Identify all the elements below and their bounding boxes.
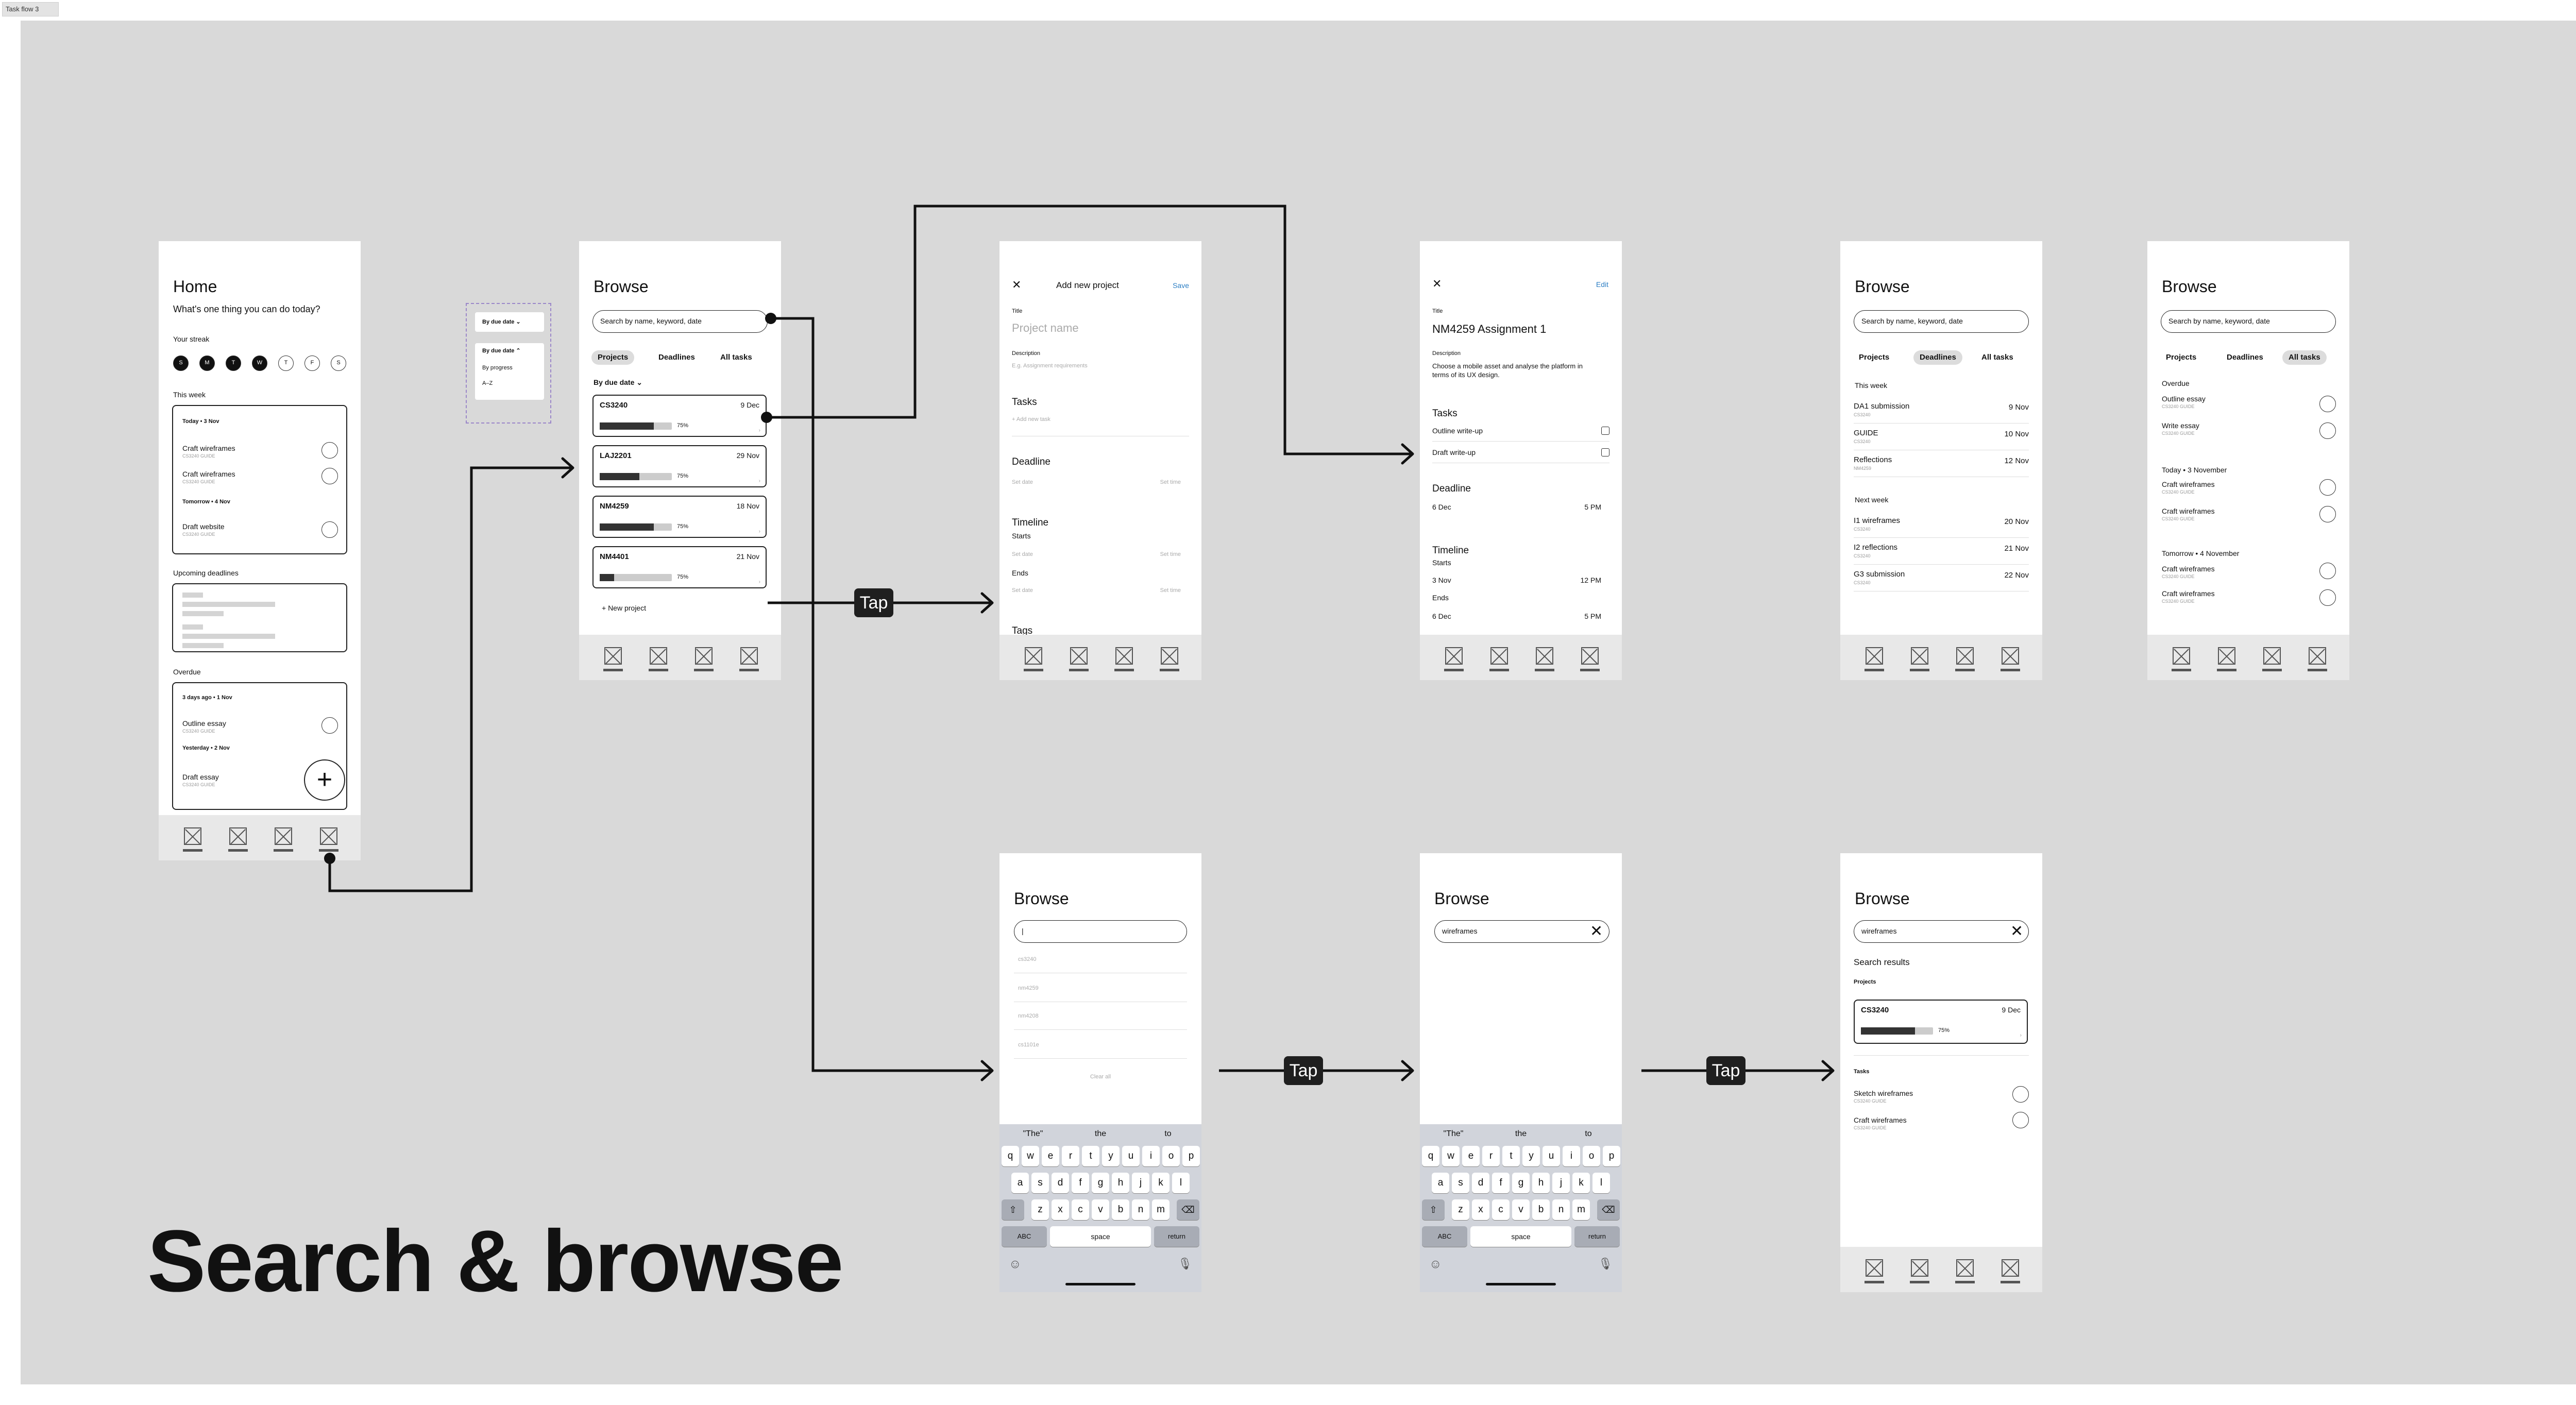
flow-connectors: [324, 205, 1835, 1081]
tap-label: Tap: [1284, 1056, 1323, 1085]
tap-label: Tap: [1706, 1056, 1745, 1085]
flow-arrow: [771, 317, 991, 1072]
connector-dot: [761, 412, 772, 423]
section-title: Search & browse: [147, 1212, 843, 1310]
connector-dot: [765, 313, 776, 324]
connector-dot: [324, 853, 335, 864]
tap-label: Tap: [854, 588, 893, 617]
flow-arrow: [767, 205, 1412, 455]
flow-arrow: [328, 466, 572, 892]
canvas: Home What's one thing you can do today? …: [21, 21, 2576, 1384]
frame-label: Task flow 3: [2, 2, 59, 16]
